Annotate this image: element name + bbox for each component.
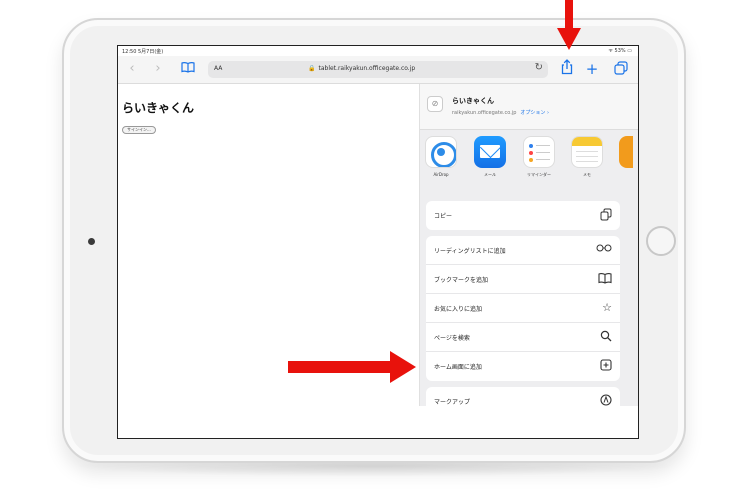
- share-icon[interactable]: [558, 59, 576, 78]
- markup-group: マークアップ: [426, 387, 620, 416]
- url-value: tablet.raikyakun.officegate.co.jp: [318, 65, 416, 72]
- copy-icon: [600, 208, 612, 225]
- row-label: マークアップ: [434, 399, 471, 406]
- row-label: ページを検索: [434, 335, 470, 342]
- markup-row[interactable]: マークアップ: [426, 387, 620, 416]
- page-title: らいきゃくん: [122, 101, 195, 115]
- reload-icon[interactable]: ↻: [535, 62, 543, 73]
- book-icon: [598, 272, 612, 288]
- row-label: ホーム画面に追加: [434, 364, 482, 371]
- forward-icon[interactable]: ›: [150, 61, 166, 77]
- home-button[interactable]: [646, 226, 676, 256]
- compass-icon: ⊘: [427, 96, 443, 112]
- app-label: リマインダー: [527, 172, 551, 177]
- back-icon[interactable]: ‹: [124, 61, 140, 77]
- add-to-home-screen-row[interactable]: ホーム画面に追加: [426, 352, 620, 381]
- app-label: AirDrop: [433, 172, 449, 177]
- copy-group: コピー: [426, 201, 620, 230]
- favorites-row[interactable]: お気に入りに追加 ☆: [426, 294, 620, 323]
- share-sheet-header: ⊘ らいきゃくん raikyakun.officegate.co.jp オプション…: [420, 84, 638, 130]
- tabs-icon[interactable]: [613, 61, 629, 77]
- url-text: 🔒 tablet.raikyakun.officegate.co.jp: [308, 65, 415, 72]
- actions-group: リーディングリストに追加 ブックマークを追加 お気に入りに追加 ☆ ページを検索…: [426, 236, 620, 381]
- share-sheet-url: raikyakun.officegate.co.jp オプション ›: [452, 109, 549, 116]
- status-time: 12:50 5月7日(金): [122, 49, 164, 55]
- right-arrow-annotation-icon: [288, 351, 416, 383]
- airdrop-icon: [425, 136, 457, 168]
- sidebar-book-icon[interactable]: [180, 61, 196, 77]
- share-sheet: ⊘ らいきゃくん raikyakun.officegate.co.jp オプション…: [419, 84, 638, 416]
- share-sheet-url-text: raikyakun.officegate.co.jp: [452, 110, 517, 116]
- reading-list-row[interactable]: リーディングリストに追加: [426, 236, 620, 265]
- app-partial-icon: [619, 136, 633, 168]
- address-bar[interactable]: AA 🔒 tablet.raikyakun.officegate.co.jp ↻: [208, 61, 548, 78]
- copy-row[interactable]: コピー: [426, 201, 620, 230]
- safari-toolbar: ‹ › AA 🔒 tablet.raikyakun.officegate.co.j…: [118, 56, 638, 84]
- share-apps-row: AirDrop メール リマインダー メモ: [420, 136, 638, 192]
- star-icon: ☆: [602, 301, 612, 314]
- app-label: メモ: [583, 172, 591, 177]
- lock-icon: 🔒: [308, 65, 316, 72]
- row-label: ブックマークを追加: [434, 277, 489, 284]
- row-label: コピー: [434, 213, 453, 220]
- notes-icon: [571, 136, 603, 168]
- app-airdrop[interactable]: AirDrop: [424, 136, 458, 177]
- mail-icon: [474, 136, 506, 168]
- app-mail[interactable]: メール: [473, 136, 507, 178]
- status-battery: ᯤ 53% ▭: [608, 48, 632, 54]
- reminders-icon: [523, 136, 555, 168]
- app-partial[interactable]: [619, 136, 638, 168]
- bookmark-row[interactable]: ブックマークを追加: [426, 265, 620, 294]
- glasses-icon: [596, 243, 612, 257]
- row-label: お気に入りに追加: [434, 306, 483, 313]
- share-sheet-title: らいきゃくん: [452, 97, 494, 105]
- options-link[interactable]: オプション ›: [520, 110, 549, 116]
- row-label: リーディングリストに追加: [434, 248, 506, 255]
- app-notes[interactable]: メモ: [570, 136, 604, 178]
- markup-icon: [600, 394, 612, 410]
- stage: 12:50 5月7日(金) ᯤ 53% ▭ ‹ › AA 🔒 tablet.rai…: [0, 0, 744, 496]
- down-arrow-annotation-icon: [557, 0, 581, 50]
- search-icon: [600, 330, 612, 346]
- new-tab-plus-icon[interactable]: +: [584, 61, 600, 77]
- app-label: メール: [484, 172, 496, 177]
- signin-button[interactable]: サインイン...: [122, 126, 156, 134]
- add-square-icon: [600, 359, 612, 375]
- find-on-page-row[interactable]: ページを検索: [426, 323, 620, 352]
- app-reminders[interactable]: リマインダー: [522, 136, 556, 178]
- reader-aa-button[interactable]: AA: [214, 65, 222, 72]
- camera-icon: [88, 238, 95, 245]
